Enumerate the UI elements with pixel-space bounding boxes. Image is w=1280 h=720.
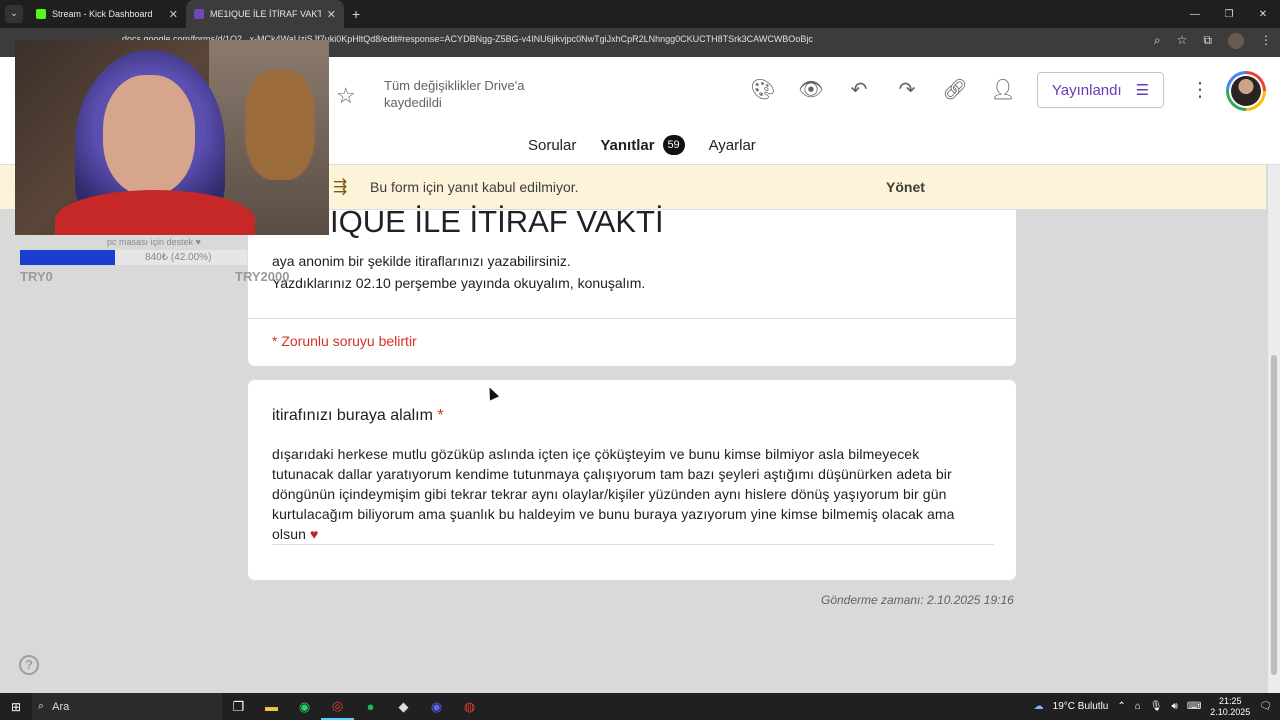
scrollbar-thumb[interactable] bbox=[1271, 355, 1277, 675]
donation-goal-max: TRY2000 bbox=[235, 269, 290, 284]
form-description-line: aya anonim bir şekilde itiraflarınızı ya… bbox=[272, 253, 571, 269]
link-icon[interactable]: 🔗︎ bbox=[942, 77, 968, 102]
browser-menu-icon[interactable]: ⋮ bbox=[1260, 33, 1272, 49]
question-card: itirafınızı buraya alalım * dışarıdaki h… bbox=[247, 379, 1017, 581]
question-text: itirafınızı buraya alalım bbox=[272, 407, 433, 424]
tab-label: Sorular bbox=[528, 136, 577, 154]
webcam-person-face bbox=[103, 75, 195, 195]
manage-button[interactable]: Yönet bbox=[886, 179, 925, 195]
discord-icon[interactable]: ◉ bbox=[420, 693, 453, 720]
close-icon[interactable]: ✕ bbox=[327, 8, 336, 21]
tab-label: Yanıtlar bbox=[600, 136, 655, 154]
window-controls: — ❐ ✕ bbox=[1178, 9, 1280, 20]
tab-search-button[interactable]: ⌄ bbox=[0, 0, 28, 28]
whatsapp-icon[interactable]: ◉ bbox=[288, 693, 321, 720]
zoom-icon[interactable]: ⌕ bbox=[1154, 33, 1161, 49]
weather-icon: ☁ bbox=[1033, 701, 1044, 712]
kick-icon bbox=[36, 9, 46, 19]
responses-off-icon: ⇶ bbox=[333, 177, 348, 196]
weather-text[interactable]: 19°C Bulutlu bbox=[1053, 701, 1109, 712]
publish-label: Yayınlandı bbox=[1051, 81, 1122, 99]
page-scrollbar[interactable] bbox=[1268, 165, 1280, 693]
restore-icon[interactable]: ❐ bbox=[1212, 9, 1246, 20]
banner-message: Bu form için yanıt kabul edilmiyor. bbox=[370, 179, 579, 195]
taskbar: ⊞ ⌕ Ara ❐ ▬ ◉ ◎ ● ◆ ◉ ◍ ☁ 19°C Bulutlu ⌃… bbox=[0, 693, 1280, 720]
form-title: IQUE İLE İTİRAF VAKTİ bbox=[330, 204, 664, 239]
chevron-up-icon[interactable]: ⌃ bbox=[1117, 701, 1125, 712]
forms-icon bbox=[194, 9, 204, 19]
tab-questions[interactable]: Sorular bbox=[528, 135, 576, 169]
avatar-photo bbox=[1231, 76, 1261, 106]
volume-icon[interactable]: 🔊︎ bbox=[1172, 701, 1178, 712]
webcam-overlay bbox=[15, 40, 329, 235]
tab-label: Ayarlar bbox=[708, 136, 756, 154]
close-window-icon[interactable]: ✕ bbox=[1246, 9, 1280, 20]
donation-goal-fill bbox=[20, 250, 116, 265]
answer-underline bbox=[272, 544, 994, 545]
clock-time: 21:25 bbox=[1219, 695, 1242, 706]
account-avatar[interactable] bbox=[1226, 71, 1266, 111]
chrome-icon[interactable]: ◎ bbox=[321, 693, 354, 720]
heart-icon: ♥ bbox=[309, 526, 319, 542]
file-explorer-icon[interactable]: ▬ bbox=[255, 693, 288, 720]
response-count-badge: 59 bbox=[662, 135, 685, 155]
system-tray: ☁ 19°C Bulutlu ⌃ ⌂ 🎙︎ 🔊︎ ⌨ 21:25 2.10.20… bbox=[1034, 696, 1280, 718]
question-title: itirafınızı buraya alalım * bbox=[272, 407, 444, 425]
spotify-icon[interactable]: ● bbox=[354, 693, 387, 720]
required-asterisk: * bbox=[437, 407, 444, 424]
tab-title: Stream - Kick Dashboard bbox=[52, 9, 153, 19]
clock-date: 2.10.2025 bbox=[1210, 706, 1251, 717]
webcam-plush-toy bbox=[245, 70, 315, 180]
chevron-down-icon: ⌄ bbox=[5, 5, 23, 23]
new-tab-button[interactable]: + bbox=[344, 6, 368, 22]
notifications-icon[interactable]: 🗨︎ bbox=[1259, 701, 1272, 712]
form-description-line: Yazdıklarınız 02.10 perşembe yayında oku… bbox=[272, 275, 646, 291]
preview-eye-icon[interactable]: 👁︎ bbox=[798, 77, 824, 102]
divider bbox=[248, 318, 1016, 319]
search-icon: ⌕ bbox=[38, 700, 45, 712]
donation-goal-bar: 840₺ (42.00%) bbox=[20, 250, 247, 265]
donation-goal-min: TRY0 bbox=[20, 269, 53, 284]
saved-status: Tüm değişiklikler Drive'a kaydedildi bbox=[384, 78, 525, 110]
help-icon[interactable]: ? bbox=[19, 655, 39, 675]
search-placeholder: Ara bbox=[52, 700, 70, 713]
close-icon[interactable]: ✕ bbox=[169, 8, 178, 21]
profile-avatar[interactable] bbox=[1228, 33, 1244, 49]
sliders-icon: ☰ bbox=[1135, 82, 1150, 99]
donation-goal-label: pc masası için destek ♥ bbox=[107, 237, 201, 247]
tab-settings[interactable]: Ayarlar bbox=[709, 135, 756, 169]
response-answer: dışarıdaki herkese mutlu gözüküp aslında… bbox=[272, 444, 972, 544]
form-header-card: IQUE İLE İTİRAF VAKTİ aya anonim bir şek… bbox=[247, 204, 1017, 367]
star-icon[interactable]: ☆ bbox=[336, 83, 356, 109]
browser-tabbar: ⌄ Stream - Kick Dashboard ✕ ME1IQUE İLE … bbox=[0, 0, 1280, 28]
extensions-icon[interactable]: ⧉ bbox=[1203, 33, 1212, 49]
streaming-app-icon[interactable]: ◍ bbox=[453, 693, 486, 720]
browser-tab-forms[interactable]: ME1IQUE İLE İTİRAF VAKTİ - Go ✕ bbox=[186, 0, 344, 28]
minimize-icon[interactable]: — bbox=[1178, 9, 1212, 20]
clock[interactable]: 21:25 2.10.2025 bbox=[1210, 696, 1250, 718]
redo-icon[interactable]: ↷ bbox=[894, 77, 920, 102]
publish-button[interactable]: Yayınlandı ☰ bbox=[1037, 72, 1164, 108]
more-options-icon[interactable]: ⋮ bbox=[1190, 77, 1210, 102]
browser-tab-kick[interactable]: Stream - Kick Dashboard ✕ bbox=[28, 0, 186, 28]
obs-app-icon[interactable]: ◆ bbox=[387, 693, 420, 720]
bookmark-star-icon[interactable]: ☆ bbox=[1177, 33, 1188, 49]
submission-timestamp: Gönderme zamanı: 2.10.2025 19:16 bbox=[821, 593, 1014, 607]
add-collaborator-icon[interactable]: 👤︎ bbox=[990, 77, 1016, 102]
task-view-icon[interactable]: ❐ bbox=[222, 693, 255, 720]
undo-icon[interactable]: ↶ bbox=[846, 77, 872, 102]
answer-text: dışarıdaki herkese mutlu gözüküp aslında… bbox=[272, 446, 955, 542]
donation-goal-progress: 840₺ (42.00%) bbox=[145, 252, 212, 263]
microphone-icon[interactable]: 🎙︎ bbox=[1150, 701, 1163, 712]
windows-start-icon[interactable]: ⊞ bbox=[0, 700, 32, 714]
forms-tabs: Sorular Yanıtlar 59 Ayarlar bbox=[528, 135, 756, 169]
required-note: * Zorunlu soruyu belirtir bbox=[272, 333, 417, 349]
tab-responses[interactable]: Yanıtlar 59 bbox=[600, 135, 685, 169]
tab-title: ME1IQUE İLE İTİRAF VAKTİ - Go bbox=[210, 9, 321, 19]
network-icon[interactable]: ⌂ bbox=[1135, 701, 1141, 712]
keyboard-icon[interactable]: ⌨ bbox=[1187, 701, 1201, 712]
address-bar-actions: ⌕ ☆ ⧉ ⋮ bbox=[1154, 33, 1272, 49]
palette-icon[interactable]: 🎨︎ bbox=[750, 77, 776, 102]
taskbar-search[interactable]: ⌕ Ara bbox=[32, 693, 222, 720]
